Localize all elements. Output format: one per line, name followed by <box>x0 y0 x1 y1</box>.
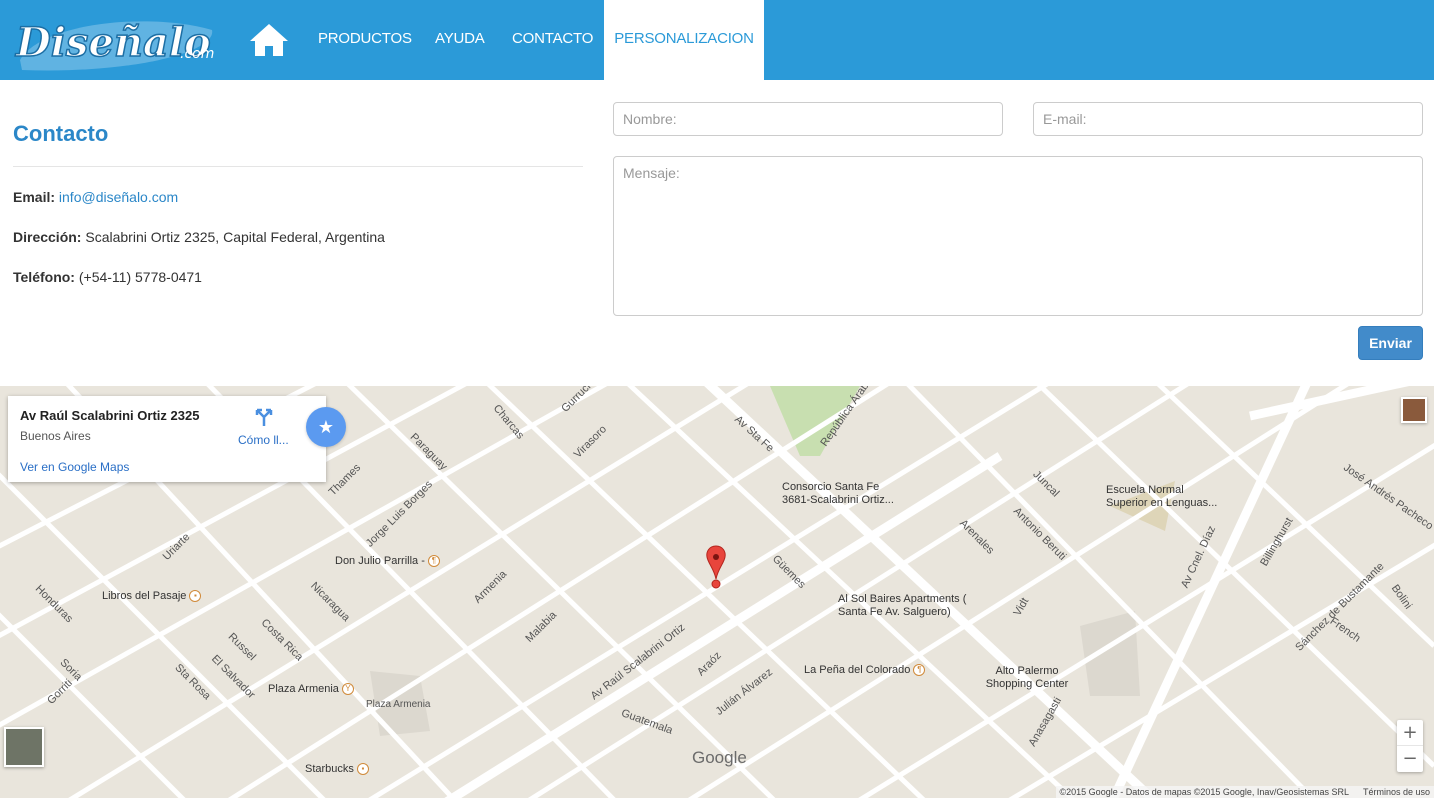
poi-label: Libros del Pasaje <box>102 590 187 602</box>
cafe-icon: ▪ <box>356 763 369 776</box>
poi-label: Starbucks <box>305 763 354 775</box>
poi-label: Escuela Normal Superior en Lenguas... <box>1106 484 1218 509</box>
navbar: Diseñalo .com PRODUCTOS AYUDA CONTACTO P… <box>0 0 1434 80</box>
name-field[interactable] <box>613 102 1003 136</box>
place-card: Av Raúl Scalabrini Ortiz 2325 Buenos Air… <box>8 396 326 482</box>
poi-label: Consorcio Santa Fe 3681-Scalabrini Ortiz… <box>782 481 894 506</box>
address-info: Dirección: Scalabrini Ortiz 2325, Capita… <box>13 229 385 245</box>
restaurant-icon: ¶ <box>913 664 926 677</box>
place-title: Av Raúl Scalabrini Ortiz 2325 <box>20 408 200 423</box>
zoom-out-button[interactable]: − <box>1397 746 1423 772</box>
poi-label: Alto Palermo Shopping Center <box>985 665 1069 690</box>
email-info: Email: info@diseñalo.com <box>13 189 178 205</box>
restaurant-icon: ¶ <box>427 555 440 568</box>
address-label: Dirección: <box>13 229 82 245</box>
poi-label: Al Sol Baires Apartments ( Santa Fe Av. … <box>838 593 967 618</box>
nav-contacto[interactable]: CONTACTO <box>512 0 593 80</box>
poi[interactable]: Al Sol Baires Apartments ( Santa Fe Av. … <box>838 593 983 619</box>
poi[interactable]: Plaza Armenia Y <box>268 683 354 696</box>
poi-label: Don Julio Parrilla - <box>335 555 425 567</box>
directions-icon[interactable] <box>254 407 274 427</box>
poi[interactable]: Don Julio Parrilla - ¶ <box>335 555 440 568</box>
phone-info: Teléfono: (+54-11) 5778-0471 <box>13 269 202 285</box>
phone-label: Teléfono: <box>13 269 75 285</box>
poi[interactable]: Alto Palermo Shopping Center <box>983 665 1071 691</box>
google-logo: Google <box>692 748 747 767</box>
shop-icon: ▪ <box>189 590 202 603</box>
poi[interactable]: La Peña del Colorado ¶ <box>804 664 926 677</box>
zoom-control: + − <box>1397 720 1423 772</box>
zoom-in-button[interactable]: + <box>1397 720 1423 746</box>
satellite-view-toggle[interactable] <box>4 727 44 767</box>
page-title: Contacto <box>13 121 109 146</box>
poi[interactable]: Escuela Normal Superior en Lenguas... <box>1106 484 1224 510</box>
home-icon[interactable] <box>248 20 290 60</box>
nav-ayuda[interactable]: AYUDA <box>435 0 485 80</box>
bar-icon: Y <box>341 683 354 696</box>
email-field[interactable] <box>1033 102 1423 136</box>
poi[interactable]: Libros del Pasaje ▪ <box>102 590 202 603</box>
map-marker-icon[interactable] <box>705 545 727 591</box>
nav-personalizacion[interactable]: PERSONALIZACION <box>604 0 764 80</box>
view-in-google-maps-link[interactable]: Ver en Google Maps <box>20 460 129 474</box>
divider <box>13 166 583 167</box>
email-label: Email: <box>13 189 56 205</box>
area-label: Plaza Armenia <box>366 699 431 710</box>
svg-text:.com: .com <box>180 46 214 62</box>
send-button[interactable]: Enviar <box>1358 326 1423 360</box>
place-subtitle: Buenos Aires <box>20 429 91 443</box>
poi-label: Plaza Armenia <box>268 683 339 695</box>
map[interactable]: Charcas Gurruchaga Virasoro Av Sta Fe Re… <box>0 386 1434 798</box>
directions-label[interactable]: Cómo ll... <box>238 433 289 447</box>
attribution-text: ©2015 Google - Datos de mapas ©2015 Goog… <box>1059 787 1349 797</box>
save-star-icon[interactable]: ★ <box>306 407 346 447</box>
street-view-pegman-icon[interactable] <box>1401 397 1427 423</box>
phone-value: (+54-11) 5778-0471 <box>78 269 202 285</box>
poi-label: La Peña del Colorado <box>804 664 911 676</box>
brand-logo[interactable]: Diseñalo .com <box>12 12 222 74</box>
poi[interactable]: Consorcio Santa Fe 3681-Scalabrini Ortiz… <box>782 481 902 507</box>
address-value: Scalabrini Ortiz 2325, Capital Federal, … <box>85 229 385 245</box>
terms-link[interactable]: Términos de uso <box>1363 787 1430 797</box>
message-field[interactable] <box>613 156 1423 316</box>
poi[interactable]: Starbucks ▪ <box>305 763 369 776</box>
nav-productos[interactable]: PRODUCTOS <box>318 0 412 80</box>
map-attribution: ©2015 Google - Datos de mapas ©2015 Goog… <box>1055 786 1434 798</box>
email-link[interactable]: info@diseñalo.com <box>59 189 178 205</box>
